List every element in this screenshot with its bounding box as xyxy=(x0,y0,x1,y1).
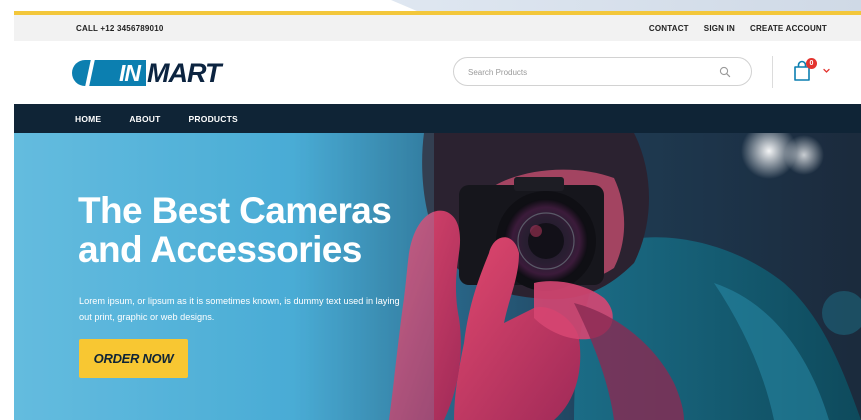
logo-pill: IN xyxy=(72,60,146,86)
hero-banner: The Best Cameras and Accessories Lorem i… xyxy=(14,133,861,420)
hero-title: The Best Cameras and Accessories xyxy=(78,190,392,270)
nav-item-home[interactable]: HOME xyxy=(75,114,101,124)
cart-count-badge: 0 xyxy=(806,58,817,69)
contact-link[interactable]: CONTACT xyxy=(649,24,689,33)
top-bar: CALL +12 3456789010 CONTACT SIGN IN CREA… xyxy=(14,15,861,41)
hero-description: Lorem ipsum, or lipsum as it is sometime… xyxy=(79,296,400,322)
search-icon[interactable] xyxy=(719,66,731,78)
create-account-link[interactable]: CREATE ACCOUNT xyxy=(750,24,827,33)
logo-left-text: IN xyxy=(119,59,141,86)
nav-item-products[interactable]: PRODUCTS xyxy=(189,114,238,124)
hero-title-line-1: The Best Cameras xyxy=(78,190,392,231)
order-now-label: ORDER NOW xyxy=(93,351,174,366)
cart-button[interactable]: 0 xyxy=(792,58,832,86)
hero-title-line-2: and Accessories xyxy=(78,229,362,270)
main-nav: HOME ABOUT PRODUCTS xyxy=(14,104,861,133)
chevron-down-icon[interactable] xyxy=(823,68,830,74)
top-links: CONTACT SIGN IN CREATE ACCOUNT xyxy=(649,24,827,33)
call-text: CALL +12 3456789010 xyxy=(76,23,164,33)
header: IN MART 0 xyxy=(14,41,861,104)
search-input[interactable] xyxy=(468,64,708,80)
sign-in-link[interactable]: SIGN IN xyxy=(704,24,735,33)
header-divider xyxy=(772,56,773,88)
search-box xyxy=(453,57,752,86)
logo[interactable]: IN MART xyxy=(72,58,221,88)
site: CALL +12 3456789010 CONTACT SIGN IN CREA… xyxy=(14,0,861,420)
nav-item-about[interactable]: ABOUT xyxy=(129,114,160,124)
logo-right-text: MART xyxy=(147,57,221,88)
order-now-button[interactable]: ORDER NOW xyxy=(79,339,188,378)
